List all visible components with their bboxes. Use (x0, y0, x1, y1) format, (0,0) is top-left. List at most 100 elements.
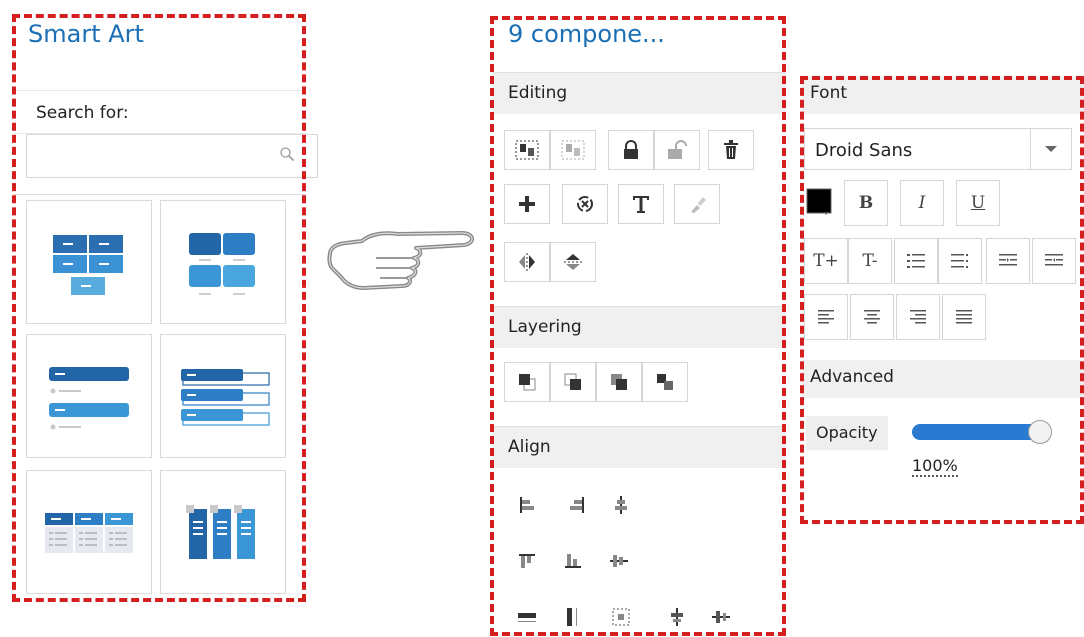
text-align-center-icon (864, 310, 880, 324)
distribute-vertical-button[interactable] (558, 602, 588, 632)
advanced-section-header: Advanced (802, 360, 1084, 398)
grow-font-label: T+ (813, 251, 839, 271)
two-by-two-thumbnail (189, 233, 255, 295)
send-backward-icon (657, 374, 673, 390)
shrink-font-button[interactable]: T- (848, 238, 892, 284)
add-icon (519, 196, 535, 212)
align-bottom-button[interactable] (558, 546, 588, 576)
opacity-slider-handle[interactable] (1028, 420, 1052, 444)
chevron-down-icon[interactable] (1030, 129, 1071, 169)
ungroup-button[interactable] (550, 130, 596, 170)
increase-indent-icon (999, 254, 1017, 266)
center-vertical-icon (712, 611, 730, 623)
search-input[interactable] (26, 134, 318, 178)
distribute-horizontal-icon (518, 613, 536, 622)
lock-icon (624, 140, 638, 159)
smart-art-panel: Smart Art Search for: (14, 14, 318, 602)
flip-vertical-icon (564, 254, 582, 270)
align-middle-icon (610, 555, 628, 567)
search-label: Search for: (14, 90, 306, 134)
center-vertical-button[interactable] (706, 602, 736, 632)
opacity-value[interactable]: 100% (912, 456, 958, 477)
flip-horizontal-button[interactable] (504, 242, 550, 282)
distribute-horizontal-button[interactable] (512, 602, 542, 632)
underline-label: U (970, 193, 986, 213)
text-align-right-icon (910, 310, 926, 324)
underline-button[interactable]: U (956, 180, 1000, 226)
italic-button[interactable]: I (900, 180, 944, 226)
unlock-icon (668, 140, 687, 159)
delete-icon (724, 140, 738, 159)
same-size-button[interactable] (606, 602, 636, 632)
font-family-value: Droid Sans (815, 140, 913, 161)
text-icon (633, 196, 649, 213)
align-center-horizontal-icon (615, 496, 627, 514)
unlock-button[interactable] (654, 130, 700, 170)
font-family-select[interactable]: Droid Sans (804, 128, 1072, 170)
center-horizontal-button[interactable] (662, 602, 692, 632)
italic-label: I (918, 193, 926, 213)
ungroup-icon (561, 140, 585, 160)
components-panel: 9 compone... Editing Layering Align (492, 16, 786, 636)
distribute-vertical-icon (567, 608, 577, 626)
align-right-button[interactable] (562, 490, 592, 520)
layering-section-header: Layering (492, 306, 786, 348)
search-divider (14, 194, 306, 195)
text-justify-icon (956, 310, 972, 324)
smart-art-title: Smart Art (28, 20, 144, 48)
smartart-template-two-bars[interactable] (26, 334, 152, 458)
smartart-template-three-column-table[interactable] (26, 470, 152, 594)
add-button[interactable] (504, 184, 550, 224)
format-painter-button[interactable] (674, 184, 720, 224)
flip-vertical-button[interactable] (550, 242, 596, 282)
lock-button[interactable] (608, 130, 654, 170)
flip-horizontal-icon (519, 253, 535, 271)
layering-section-label: Layering (508, 317, 582, 337)
same-size-icon (612, 608, 630, 626)
bring-to-front-button[interactable] (504, 362, 550, 402)
editing-section-label: Editing (508, 83, 568, 103)
three-column-table-thumbnail (45, 513, 133, 553)
editing-section-header: Editing (492, 72, 786, 114)
align-middle-button[interactable] (604, 546, 634, 576)
group-icon (515, 140, 539, 160)
text-align-center-button[interactable] (850, 294, 894, 340)
text-color-picker[interactable] (806, 188, 836, 218)
smartart-template-two-by-two[interactable] (160, 200, 286, 324)
center-horizontal-icon (671, 608, 683, 626)
bring-forward-button[interactable] (596, 362, 642, 402)
advanced-section-label: Advanced (810, 367, 894, 387)
smartart-template-three-column-cards[interactable] (160, 470, 286, 594)
align-left-button[interactable] (512, 490, 542, 520)
text-color-icon (806, 188, 832, 215)
bullet-list-button[interactable] (938, 238, 982, 284)
text-align-right-button[interactable] (896, 294, 940, 340)
group-button[interactable] (504, 130, 550, 170)
align-section-header: Align (492, 426, 786, 468)
grow-font-button[interactable]: T+ (804, 238, 848, 284)
text-align-left-button[interactable] (804, 294, 848, 340)
send-backward-button[interactable] (642, 362, 688, 402)
smartart-template-stacked-bars[interactable] (160, 334, 286, 458)
decrease-indent-button[interactable] (1032, 238, 1076, 284)
numbered-list-button[interactable] (894, 238, 938, 284)
text-justify-button[interactable] (942, 294, 986, 340)
delete-button[interactable] (708, 130, 754, 170)
bold-button[interactable]: B (844, 180, 888, 226)
smartart-template-hierarchy-grid[interactable] (26, 200, 152, 324)
hierarchy-grid-thumbnail (53, 235, 123, 295)
align-center-horizontal-button[interactable] (606, 490, 636, 520)
replace-button[interactable] (562, 184, 608, 224)
align-top-button[interactable] (512, 546, 542, 576)
align-bottom-icon (565, 554, 581, 568)
send-to-back-button[interactable] (550, 362, 596, 402)
font-panel: Font Droid Sans B I U T+ T- Advanced Opa… (802, 76, 1084, 524)
text-button[interactable] (618, 184, 664, 224)
bring-to-front-icon (519, 374, 536, 391)
search-icon (280, 147, 295, 162)
increase-indent-button[interactable] (986, 238, 1030, 284)
bring-forward-icon (611, 374, 627, 390)
font-section-header: Font (802, 76, 1084, 114)
align-left-icon (520, 497, 534, 513)
opacity-label: Opacity (806, 416, 888, 450)
